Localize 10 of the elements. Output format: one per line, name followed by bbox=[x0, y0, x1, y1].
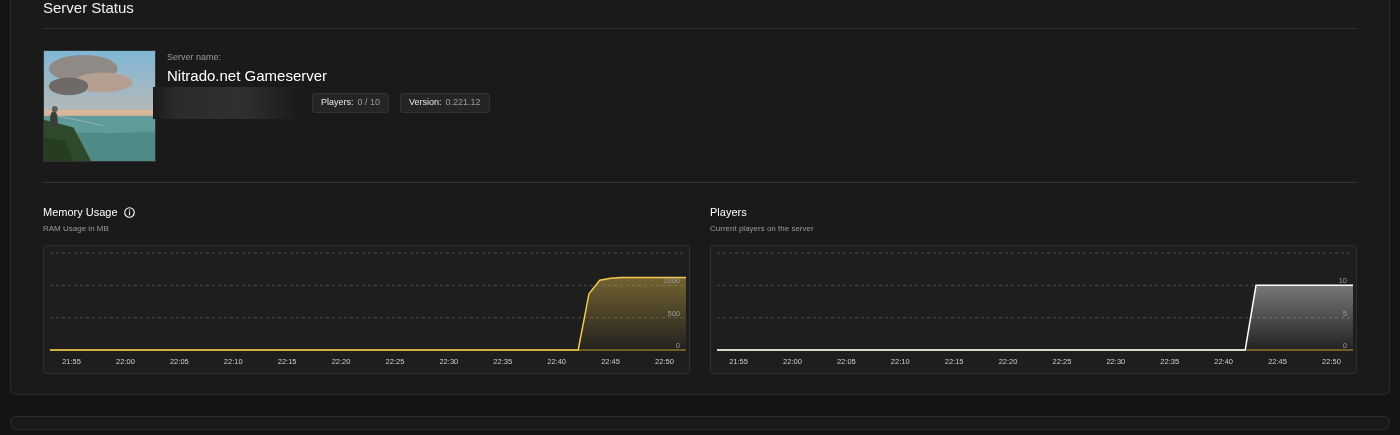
section-title: Server Status bbox=[43, 0, 135, 18]
field-label: Server name: bbox=[167, 51, 223, 63]
server-name: Nitrado.net Gameserver bbox=[167, 67, 329, 85]
info-badge: Version: 0.221.12 bbox=[400, 93, 490, 113]
chart-title: Players bbox=[710, 205, 747, 219]
info-badge: Players: 0 / 10 bbox=[312, 93, 390, 113]
chart-subtitle: Current players on the server bbox=[710, 223, 815, 235]
info-icon[interactable] bbox=[123, 206, 135, 218]
chart-title: Memory Usage bbox=[43, 205, 118, 219]
chart-subtitle: RAM Usage in MB bbox=[43, 223, 110, 235]
